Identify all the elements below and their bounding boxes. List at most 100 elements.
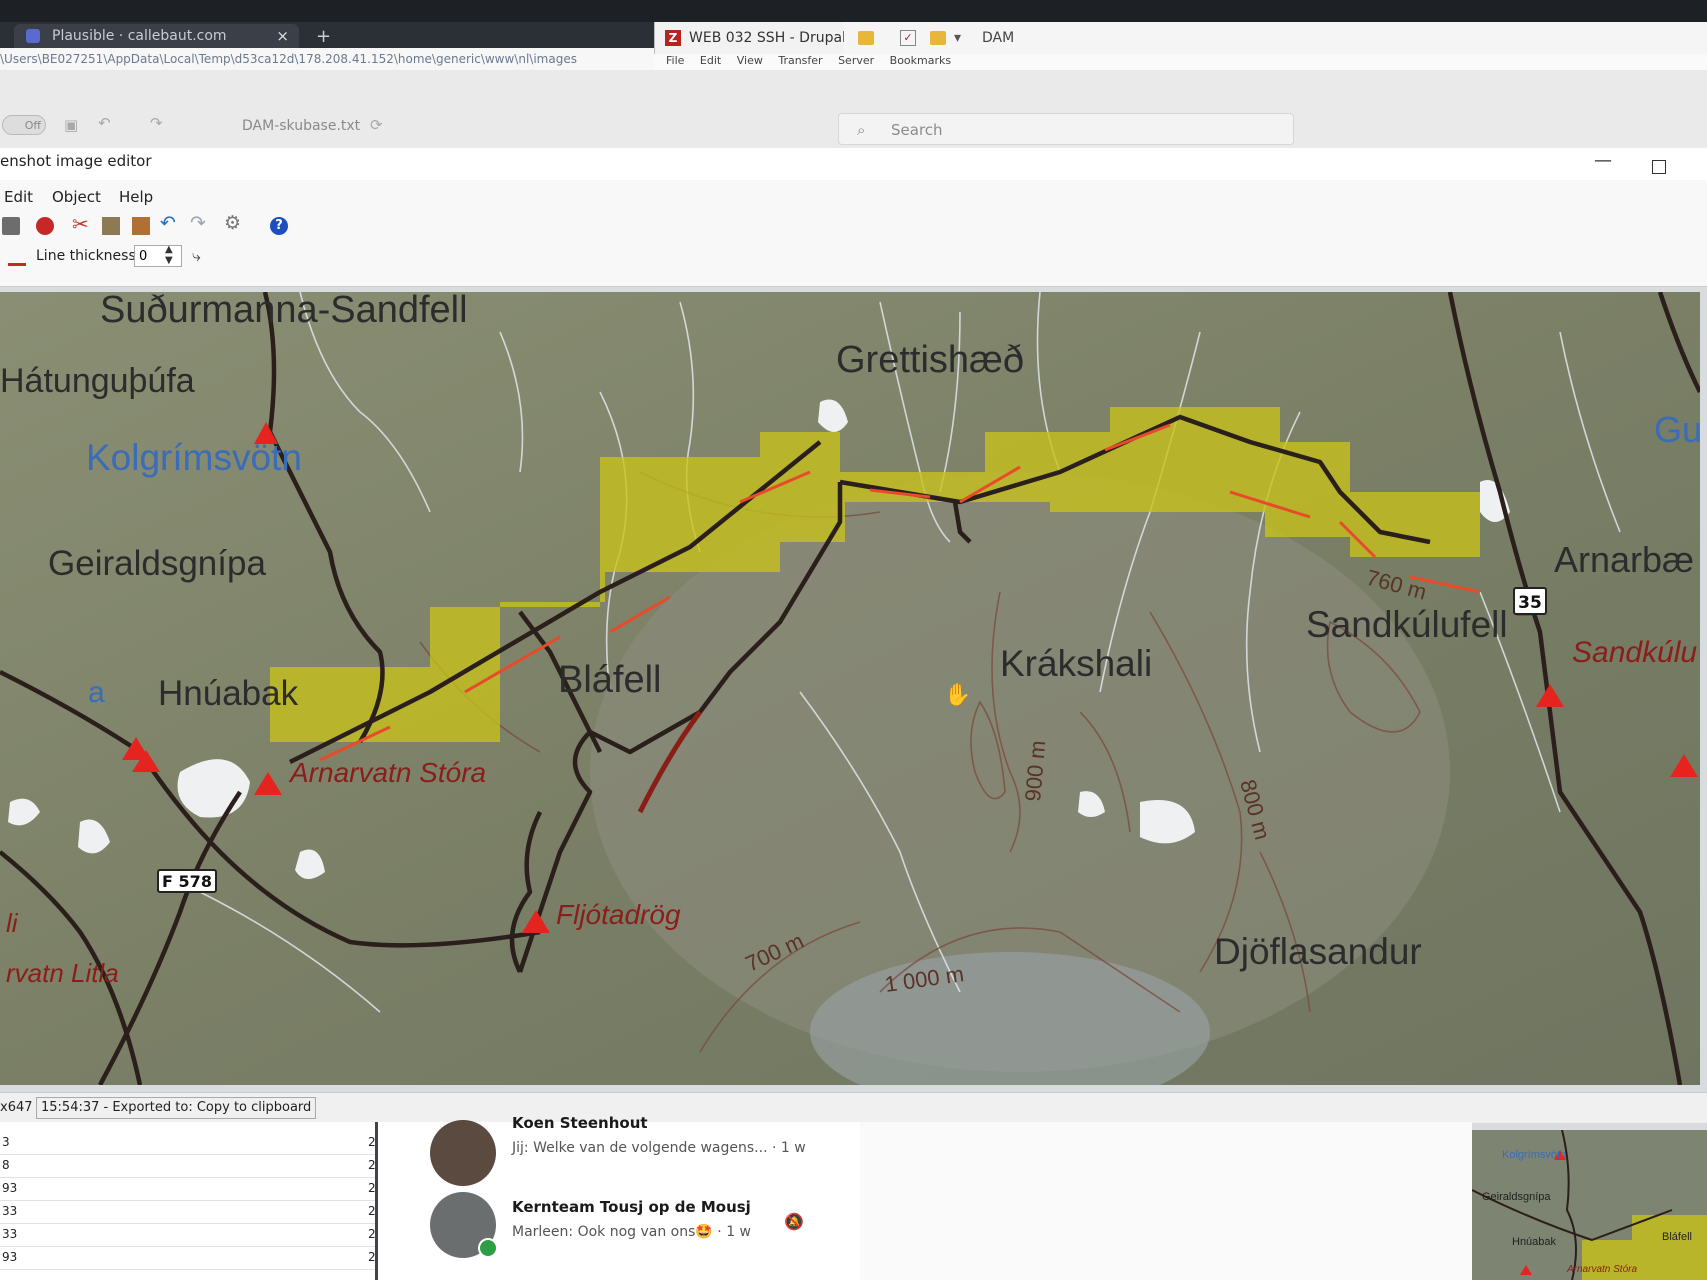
table-row: 33 2 — [0, 1224, 378, 1247]
table-row: 82 — [0, 1155, 378, 1178]
minimize-icon[interactable]: — — [1594, 150, 1612, 171]
copy-icon[interactable] — [102, 217, 120, 235]
search-input[interactable]: ⌕ Search — [838, 113, 1294, 145]
autosave-toggle[interactable]: Off — [2, 115, 46, 135]
road-label-35: 35 — [1518, 593, 1542, 613]
spreadsheet-window[interactable]: 32 82 93 2 33 2 33 2 93 2 — [0, 1122, 378, 1280]
chat-list: Koen Steenhout Jij: Welke van de volgend… — [378, 1114, 860, 1280]
topographic-map[interactable]: F 578 35 Suðurmanna-Sandfell Hátunguþúfa… — [0, 292, 1700, 1085]
fz-menu-server[interactable]: Server — [838, 54, 874, 67]
line-style-icon[interactable]: ⤷ — [192, 246, 201, 266]
plausible-favicon-icon — [26, 29, 40, 43]
label-gu: Gu — [1654, 409, 1700, 450]
thumb-label: Bláfell — [1662, 1231, 1692, 1243]
chat-preview: Marleen: Ook nog van ons🤩 · 1 w — [512, 1224, 751, 1240]
folder-icon — [930, 31, 946, 45]
label-arnarvatn-litla: rvatn Litla — [6, 958, 119, 988]
road-label-f578: F 578 — [162, 872, 212, 891]
fz-menu-file[interactable]: File — [666, 54, 684, 67]
line-thickness-input[interactable]: 0 — [134, 245, 182, 267]
editor-menu-bar: Edit Object Help — [0, 180, 1707, 210]
map-thumbnail[interactable]: Kolgrímsvötn Geiraldsgnípa Hnúabak Bláfe… — [1472, 1130, 1707, 1280]
thumb-label: Kolgrímsvötn — [1502, 1149, 1566, 1161]
folder-icon — [858, 31, 874, 45]
maximize-icon[interactable] — [1652, 160, 1666, 174]
table-row: 93 2 — [0, 1247, 378, 1270]
menu-edit[interactable]: Edit — [4, 188, 33, 206]
thumb-label: Hnúabak — [1512, 1236, 1557, 1248]
label-sandkulufell: Sandkúlufell — [1306, 604, 1508, 645]
online-status-dot — [478, 1238, 498, 1258]
chat-name[interactable]: Kernteam Tousj op de Mousj — [512, 1198, 751, 1216]
redo-icon[interactable]: ↷ — [150, 114, 163, 132]
label-djoflasandur: Djöflasandur — [1214, 931, 1422, 972]
thumb-label: Arnarvatn Stóra — [1566, 1264, 1637, 1275]
avatar[interactable] — [430, 1120, 496, 1186]
menu-object[interactable]: Object — [52, 188, 101, 206]
line-thickness-label: Line thickness — [36, 248, 136, 264]
label-blafell: Bláfell — [558, 659, 662, 701]
line-thickness-stepper[interactable]: ▲ ▼ — [165, 244, 173, 266]
filezilla-title: WEB 032 SSH - DrupalBC — [689, 30, 866, 46]
chat-preview: Jij: Welke van de volgende wagens... · 1… — [512, 1140, 806, 1156]
paste-icon[interactable] — [132, 217, 150, 235]
editor-titlebar — [0, 148, 1707, 180]
filezilla-titlebar[interactable]: Z WEB 032 SSH - DrupalBC — [654, 22, 865, 54]
image-dimensions: x647 — [0, 1100, 33, 1115]
editor-options-bar — [0, 242, 1707, 287]
chat-name[interactable]: Koen Steenhout — [512, 1114, 648, 1132]
print-icon[interactable] — [2, 217, 20, 235]
editor-status-bar: x647 15:54:37 - Exported to: Copy to cli… — [0, 1092, 1707, 1123]
sync-status-icon[interactable]: ⟳ — [370, 116, 383, 134]
filezilla-icon: Z — [665, 30, 681, 46]
close-editor-icon[interactable] — [36, 217, 54, 235]
label-lake-a: a — [88, 676, 105, 709]
label-sandkulu-hut: Sandkúlu — [1572, 636, 1697, 669]
fz-menu-edit[interactable]: Edit — [700, 54, 721, 67]
label-kolgrimsvotn: Kolgrímsvötn — [86, 437, 302, 478]
monitor-bezel — [0, 0, 1707, 22]
browser-tab-title: Plausible · callebaut.com — [52, 28, 227, 44]
table-row: 93 2 — [0, 1178, 378, 1201]
mute-icon[interactable]: 🔕 — [784, 1212, 804, 1231]
label-arnarvatn-stora: Arnarvatn Stóra — [288, 757, 486, 788]
checkbox-icon: ✓ — [900, 30, 916, 46]
label-li: li — [6, 908, 19, 938]
cut-icon[interactable]: ✂ — [72, 212, 89, 236]
explorer-title: DAM — [982, 30, 1015, 46]
quick-access-dropdown-icon[interactable]: ▾ — [954, 22, 961, 54]
help-icon[interactable]: ? — [270, 217, 288, 235]
label-geiraldsgnipa: Geiraldsgnípa — [48, 544, 266, 583]
search-placeholder: Search — [891, 121, 943, 139]
undo-icon[interactable]: ↶ — [98, 114, 111, 132]
label-grettishaed: Grettishæð — [836, 339, 1024, 381]
table-row: 32 — [0, 1132, 378, 1155]
chat-content-area — [860, 1122, 1472, 1280]
redo-icon[interactable]: ↷ — [190, 212, 206, 234]
save-icon[interactable]: ▣ — [64, 116, 78, 134]
label-arnarbae: Arnarbæ — [1554, 539, 1694, 580]
browser-tab[interactable]: Plausible · callebaut.com × — [14, 24, 299, 48]
label-hatunguthufa: Hátunguþúfa — [0, 362, 195, 400]
status-message: 15:54:37 - Exported to: Copy to clipboar… — [36, 1097, 317, 1119]
settings-gear-icon[interactable]: ⚙ — [224, 212, 241, 234]
label-krakshali: Krákshali — [1000, 643, 1152, 684]
label-sudurmanna-sandfell: Suðurmanna-Sandfell — [100, 292, 468, 331]
search-icon: ⌕ — [857, 121, 866, 139]
thumbnail-map: Kolgrímsvötn Geiraldsgnípa Hnúabak Bláfe… — [1472, 1130, 1707, 1280]
close-tab-icon[interactable]: × — [276, 24, 289, 48]
filezilla-menu-bar: File Edit View Transfer Server Bookmarks — [654, 54, 1707, 70]
menu-help[interactable]: Help — [119, 188, 153, 206]
table-row: 33 2 — [0, 1201, 378, 1224]
thumb-label: Geiraldsgnípa — [1482, 1191, 1551, 1203]
fz-menu-view[interactable]: View — [737, 54, 763, 67]
new-tab-button[interactable]: + — [316, 26, 331, 47]
file-path-bar: \Users\BE027251\AppData\Local\Temp\d53ca… — [0, 48, 654, 70]
editor-toolbar — [0, 210, 1707, 242]
undo-icon[interactable]: ↶ — [160, 212, 176, 234]
line-tool-icon — [8, 247, 26, 266]
explorer-titlebar[interactable]: ✓ ▾ DAM — [844, 22, 1707, 54]
fz-menu-transfer[interactable]: Transfer — [778, 54, 822, 67]
label-fljotadrog: Fljótadrög — [556, 899, 681, 930]
fz-menu-bookmarks[interactable]: Bookmarks — [890, 54, 951, 67]
